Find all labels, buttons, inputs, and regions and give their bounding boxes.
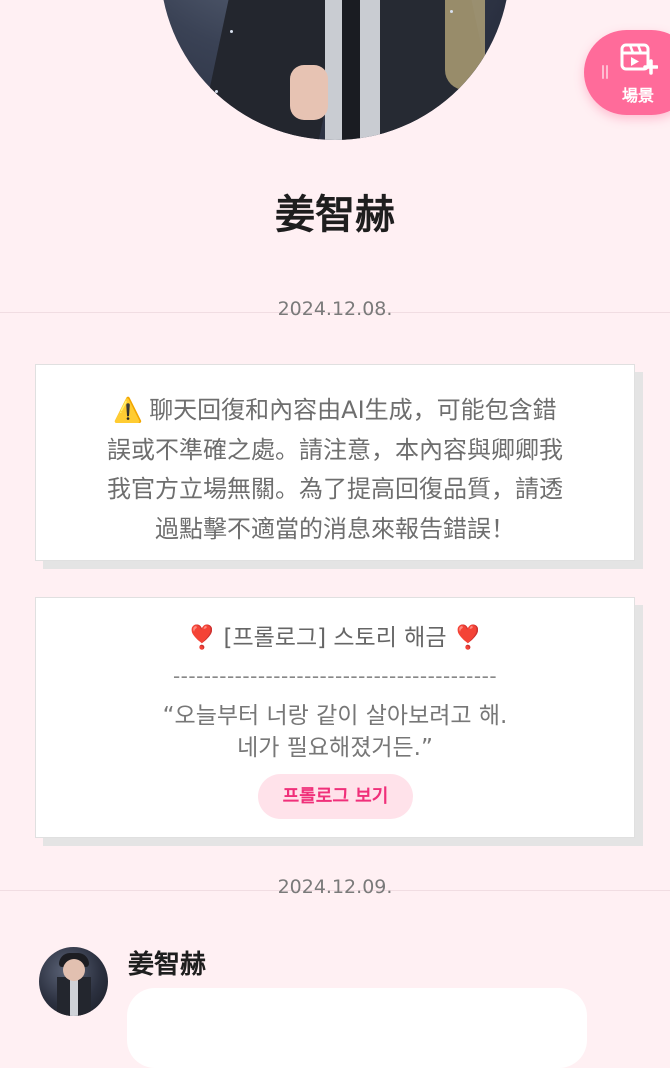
heart-exclamation-icon: ❣️: [453, 625, 483, 651]
message-bubble[interactable]: [127, 988, 587, 1068]
disclaimer-line: ⚠️ 聊天回復和內容由AI生成，可能包含錯: [66, 391, 604, 431]
view-prologue-button[interactable]: 프롤로그 보기: [258, 774, 413, 819]
portrait-hair-highlight: [445, 0, 485, 90]
disclaimer-line: 誤或不準確之處。請注意，本內容與卿卿我: [107, 435, 563, 464]
disclaimer-line: 過點擊不適當的消息來報告錯誤！: [155, 514, 515, 543]
date-label: 2024.12.09.: [277, 876, 393, 898]
prologue-card: ❣️ [프롤로그] 스토리 해금 ❣️ --------------------…: [35, 597, 635, 838]
prologue-quote-line: “오늘부터 너랑 같이 살아보려고 해.: [162, 703, 508, 729]
dashed-divider: ----------------------------------------…: [172, 664, 498, 688]
scene-button-label: 場景: [621, 86, 654, 105]
scene-button[interactable]: 場景: [584, 30, 670, 115]
portrait-rain-dot: [230, 30, 233, 33]
character-portrait[interactable]: [160, 0, 510, 140]
warning-icon: ⚠️: [113, 396, 144, 424]
portrait-tie: [342, 0, 360, 140]
disclaimer-line: 我官方立場無關。為了提高回復品質，請透: [107, 475, 563, 503]
prologue-title-text: [프롤로그] 스토리 해금: [223, 625, 447, 651]
heart-exclamation-icon: ❣️: [187, 625, 217, 651]
prologue-quote-line: 네가 필요해졌거든.”: [237, 735, 433, 761]
sender-name: 姜智赫: [128, 950, 207, 980]
portrait-rain-dot: [215, 90, 218, 93]
drag-handle-icon[interactable]: [602, 65, 609, 79]
portrait-hand: [290, 65, 328, 120]
character-name: 姜智赫: [275, 192, 395, 238]
date-label: 2024.12.08.: [277, 298, 393, 320]
avatar-face: [63, 959, 85, 981]
date-separator: 2024.12.09.: [0, 868, 670, 908]
date-separator: 2024.12.08.: [0, 290, 670, 330]
portrait-rain-dot: [450, 10, 453, 13]
avatar-shirt: [70, 977, 78, 1016]
scene-add-icon: [620, 43, 658, 75]
prologue-title: ❣️ [프롤로그] 스토리 해금 ❣️: [36, 618, 634, 652]
ai-disclaimer-card: ⚠️ 聊天回復和內容由AI生成，可能包含錯 誤或不準確之處。請注意，本內容與卿卿我…: [35, 364, 635, 561]
sender-avatar[interactable]: [39, 947, 108, 1016]
